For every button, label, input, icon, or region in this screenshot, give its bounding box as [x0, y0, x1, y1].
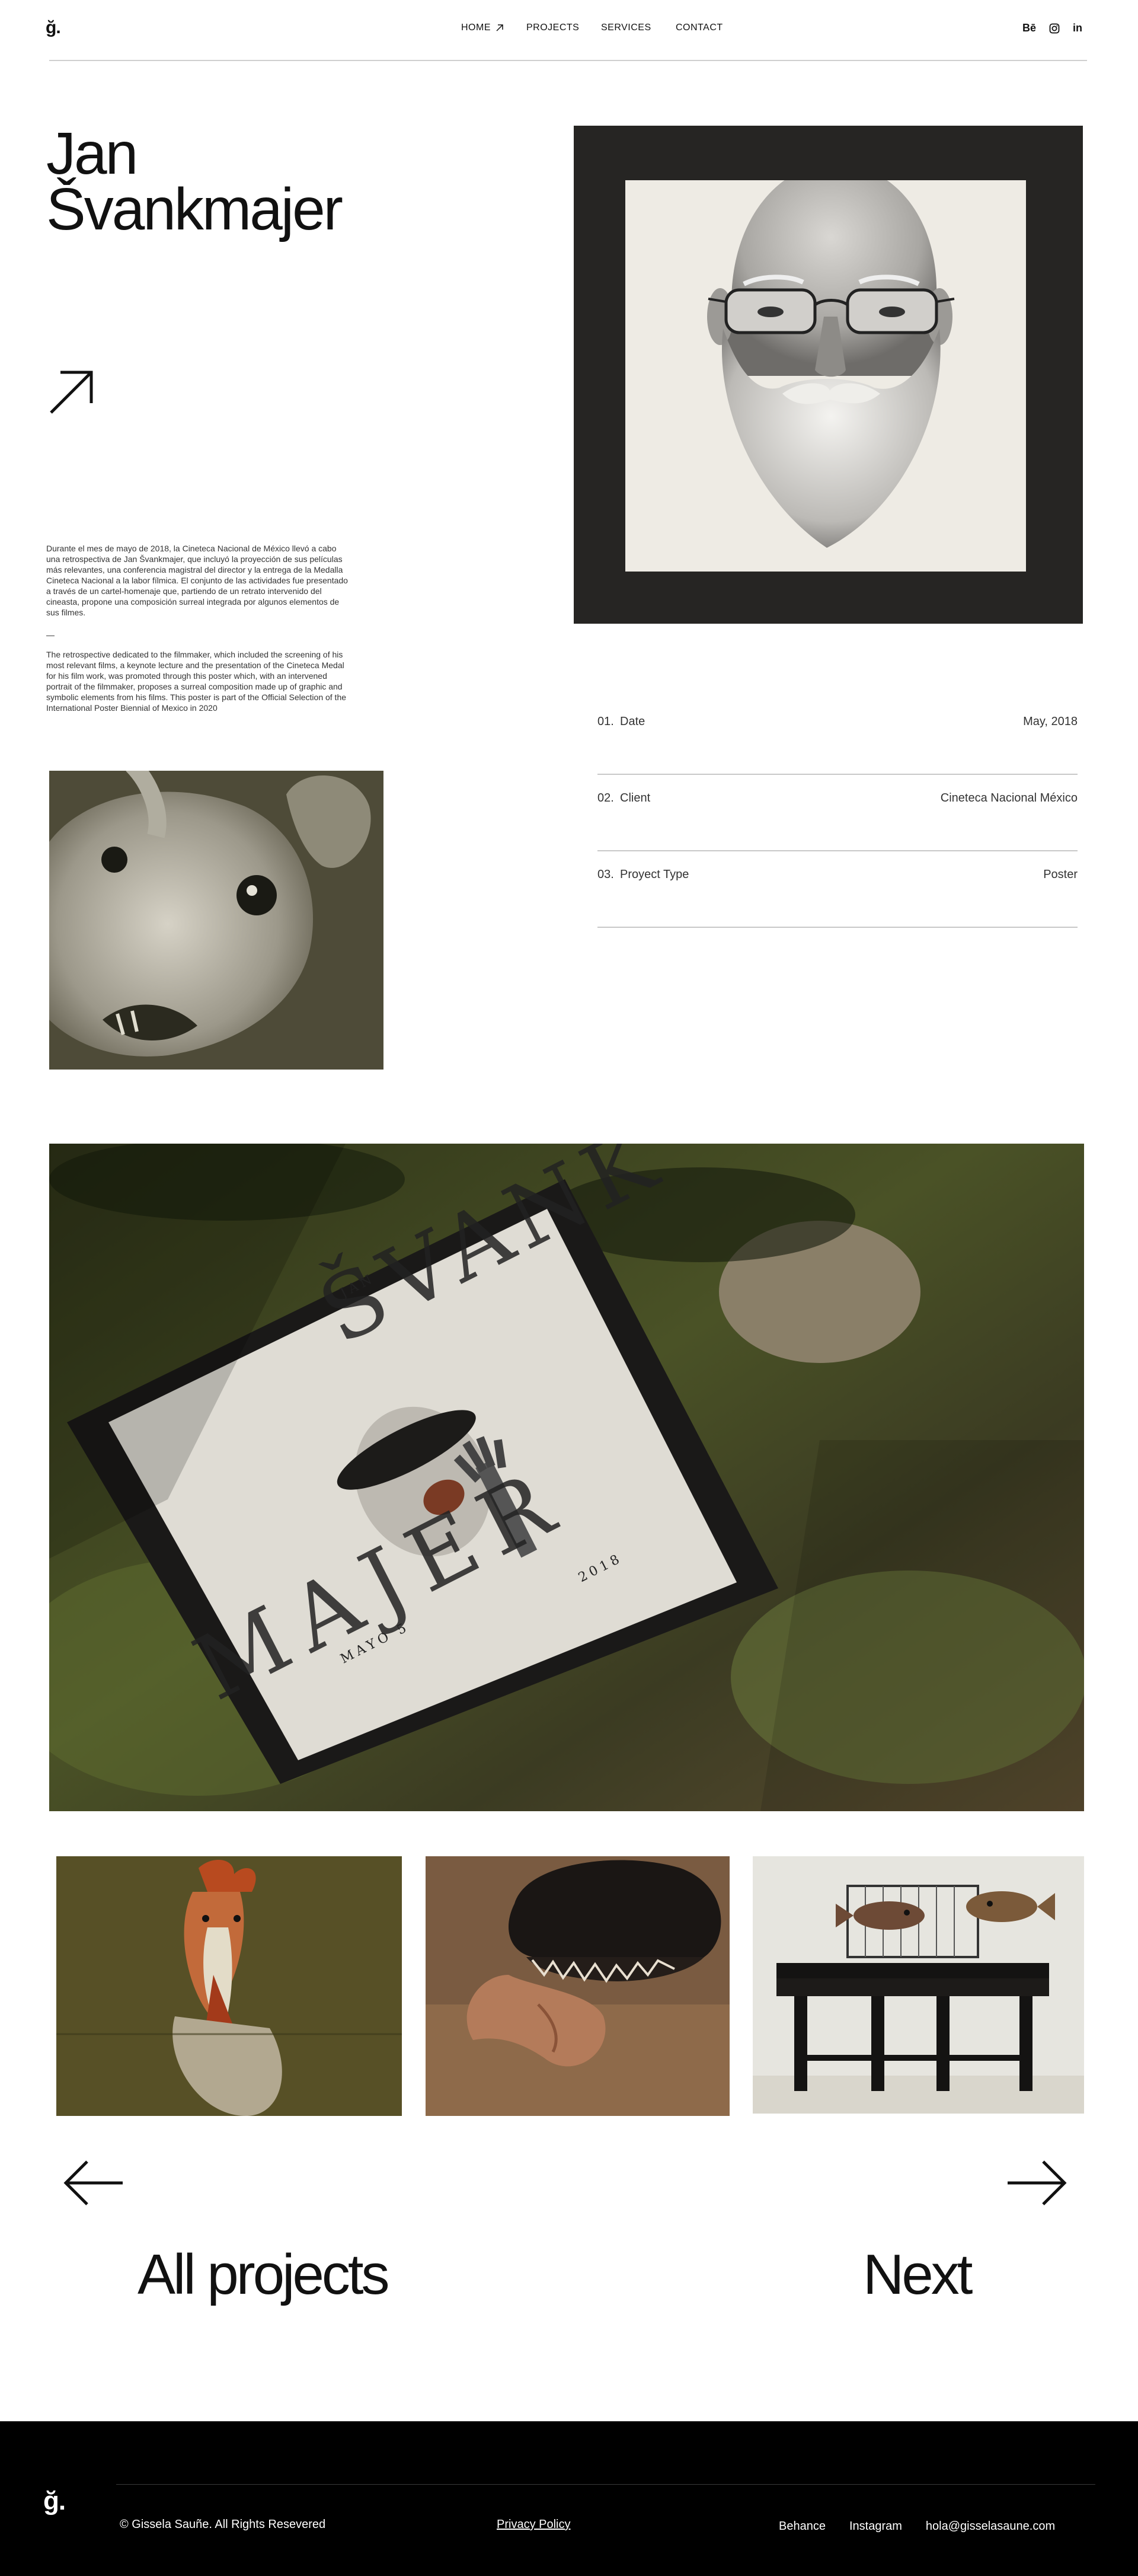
site-footer: ğ. © Gissela Sauñe. All Rights Resevered… — [0, 2421, 1138, 2576]
arrow-left-icon[interactable] — [61, 2158, 125, 2208]
copyright-text: © Gissela Sauñe. All Rights Resevered — [120, 2518, 326, 2531]
instagram-icon[interactable] — [1049, 23, 1060, 34]
nav-home-label: HOME — [461, 23, 491, 33]
detail-row-project-type: 03. Proyect Type Poster — [597, 851, 1078, 928]
detail-label: Proyect Type — [620, 868, 689, 881]
nav-services[interactable]: SERVICES — [601, 23, 676, 33]
footer-behance-link[interactable]: Behance — [779, 2520, 826, 2533]
detail-row-date: 01. Date May, 2018 — [597, 698, 1078, 775]
linkedin-icon[interactable]: in — [1073, 22, 1082, 34]
site-logo[interactable]: ğ. — [46, 18, 61, 38]
project-details: 01. Date May, 2018 02. Client Cineteca N… — [597, 698, 1078, 928]
rooster-still-image — [56, 1856, 402, 2116]
main-nav: HOME PROJECTS SERVICES CONTACT — [461, 23, 735, 33]
description-separator: — — [46, 630, 55, 640]
detail-label: Client — [620, 791, 651, 805]
footer-logo[interactable]: ğ. — [43, 2486, 66, 2516]
privacy-policy-link[interactable]: Privacy Policy — [497, 2518, 570, 2532]
detail-value: Cineteca Nacional México — [940, 791, 1078, 805]
description-english: The retrospective dedicated to the filmm… — [46, 650, 347, 713]
detail-label: Date — [620, 715, 645, 728]
portrait-image — [625, 180, 1026, 572]
nav-projects[interactable]: PROJECTS — [526, 23, 601, 33]
detail-row-client: 02. Client Cineteca Nacional México — [597, 775, 1078, 851]
detail-number: 03. — [597, 868, 614, 881]
social-links: Bē in — [1022, 22, 1082, 34]
all-projects-link[interactable]: All projects — [138, 2242, 389, 2307]
detail-value: May, 2018 — [1023, 715, 1078, 728]
footer-email-link[interactable]: hola@gisselasaune.com — [926, 2520, 1055, 2533]
project-title: Jan Švankmajer — [46, 124, 461, 239]
poster-mockup-image: JAN ŠVANK MAJER MAYO 5 2018 — [49, 1144, 1084, 1811]
detail-value: Poster — [1043, 868, 1078, 881]
arrow-up-right-icon — [50, 371, 93, 414]
footer-links: Behance Instagram hola@gisselasaune.com — [779, 2520, 1079, 2533]
next-project-link[interactable]: Next — [863, 2242, 973, 2307]
footer-instagram-link[interactable]: Instagram — [849, 2520, 902, 2533]
arrow-up-right-icon — [496, 24, 503, 31]
detail-number: 01. — [597, 715, 614, 728]
header-divider — [49, 60, 1087, 61]
description-spanish: Durante el mes de mayo de 2018, la Cinet… — [46, 544, 348, 617]
arrow-right-icon[interactable] — [1005, 2158, 1069, 2208]
detail-number: 02. — [597, 791, 614, 805]
shoe-still-image — [426, 1856, 730, 2116]
nav-home[interactable]: HOME — [461, 23, 526, 33]
nav-contact[interactable]: CONTACT — [676, 23, 735, 33]
rabbit-still-image — [49, 771, 383, 1070]
fish-table-still-image — [753, 1856, 1084, 2114]
project-title-line2: Švankmajer — [46, 176, 343, 242]
behance-icon[interactable]: Bē — [1022, 22, 1036, 34]
footer-divider — [116, 2484, 1095, 2485]
